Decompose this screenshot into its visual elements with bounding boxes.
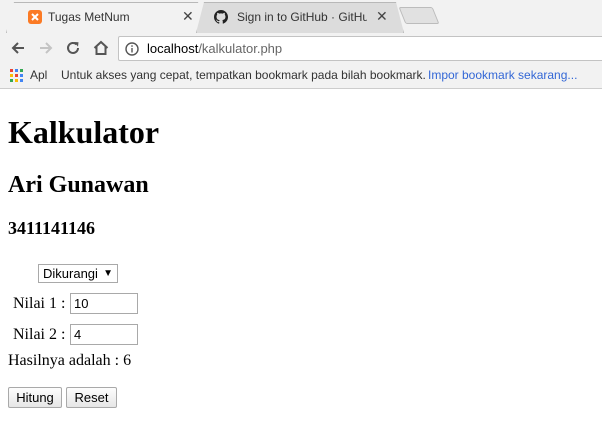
home-icon[interactable] <box>92 39 110 57</box>
calculate-button[interactable]: Hitung <box>8 387 62 408</box>
operation-selected-value: Dikurangi <box>43 266 98 281</box>
url-path: /kalkulator.php <box>198 41 283 56</box>
bookmarks-bar: Apl Untuk akses yang cepat, tempatkan bo… <box>0 63 602 89</box>
reset-button[interactable]: Reset <box>66 387 117 408</box>
result-text: Hasilnya adalah : 6 <box>8 352 132 369</box>
xampp-favicon-icon <box>28 10 42 24</box>
dropdown-arrow-icon: ▼ <box>103 268 113 279</box>
forward-arrow-icon[interactable] <box>37 39 55 57</box>
tab-title: Tugas MetNum <box>48 10 130 24</box>
new-tab-button[interactable] <box>398 7 440 24</box>
info-icon[interactable] <box>125 42 139 56</box>
operation-select[interactable]: Dikurangi ▼ <box>38 264 118 283</box>
student-id: 3411141146 <box>8 218 96 238</box>
tab-strip: Tugas MetNum ✕ Sign in to GitHub · GitHu… <box>0 0 602 33</box>
value1-input[interactable]: 10 <box>70 293 138 314</box>
tab-github-signin[interactable]: Sign in to GitHub · GitHu ✕ <box>196 2 404 33</box>
reload-icon[interactable] <box>64 39 82 57</box>
page-title: Kalkulator <box>8 114 160 150</box>
value2-input[interactable]: 4 <box>70 324 138 345</box>
browser-toolbar: localhost/kalkulator.php <box>0 33 602 63</box>
back-arrow-icon[interactable] <box>9 39 27 57</box>
apps-grid-icon[interactable] <box>10 69 23 82</box>
bookmarks-hint: Untuk akses yang cepat, tempatkan bookma… <box>61 68 426 82</box>
url-host: localhost <box>147 41 199 56</box>
value2-label: Nilai 2 : <box>13 326 66 343</box>
url-text: localhost/kalkulator.php <box>147 41 282 56</box>
tab-tugas-metnum[interactable]: Tugas MetNum ✕ <box>6 2 206 33</box>
apps-label[interactable]: Apl <box>30 68 47 82</box>
address-bar[interactable]: localhost/kalkulator.php <box>118 36 602 61</box>
value1-label: Nilai 1 : <box>13 295 66 312</box>
import-bookmarks-link[interactable]: Impor bookmark sekarang... <box>428 68 577 82</box>
close-tab-icon[interactable]: ✕ <box>376 8 388 25</box>
page-content: Kalkulator Ari Gunawan 3411141146 Dikura… <box>0 90 602 426</box>
tab-title: Sign in to GitHub · GitHu <box>237 10 367 24</box>
github-icon <box>214 10 228 24</box>
author-name: Ari Gunawan <box>8 172 149 198</box>
close-tab-icon[interactable]: ✕ <box>182 8 194 25</box>
